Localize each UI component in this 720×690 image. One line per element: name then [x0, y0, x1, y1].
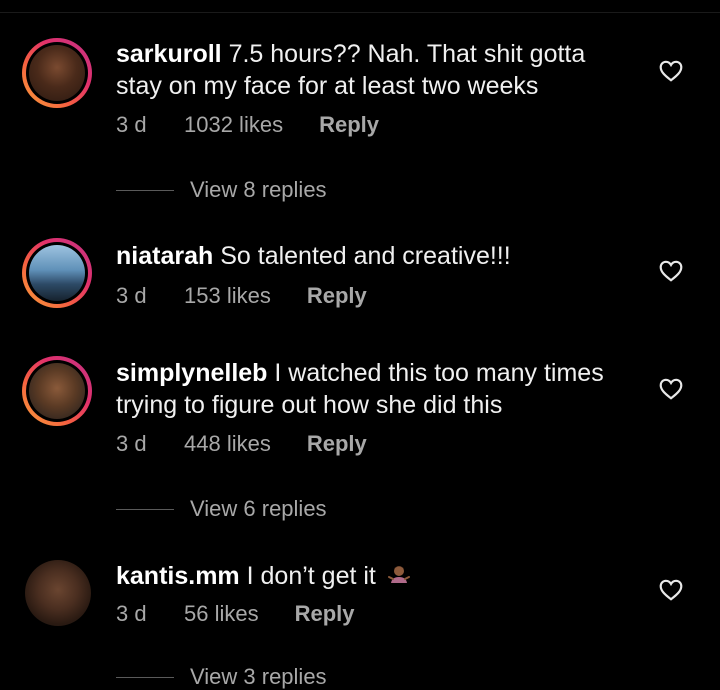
reply-button[interactable]: Reply [307, 431, 367, 457]
comment-time: 3 d [116, 283, 147, 308]
view-replies-label: View 3 replies [190, 664, 327, 689]
comment-time: 3 d [116, 431, 147, 456]
view-replies-label: View 8 replies [190, 177, 327, 202]
comment-time: 3 d [116, 601, 147, 626]
comment-body: simplynelleb I watched this too many tim… [116, 357, 636, 421]
comment-meta: 3 d 448 likes Reply [116, 431, 367, 457]
comment-time: 3 d [116, 112, 147, 137]
reply-button[interactable]: Reply [307, 283, 367, 309]
comment-body: niatarah So talented and creative!!! [116, 240, 636, 272]
comment-meta: 3 d 1032 likes Reply [116, 112, 379, 138]
reply-button[interactable]: Reply [295, 601, 355, 627]
person-shrugging-icon [387, 566, 410, 583]
comment-meta: 3 d 153 likes Reply [116, 283, 367, 309]
comment-meta: 3 d 56 likes Reply [116, 601, 355, 627]
heart-icon[interactable] [658, 376, 684, 402]
comment-username[interactable]: sarkuroll [116, 40, 222, 68]
avatar[interactable] [22, 238, 92, 308]
comment-text: So talented and creative!!! [220, 242, 511, 270]
avatar[interactable] [22, 356, 92, 426]
comment-username[interactable]: simplynelleb [116, 359, 267, 387]
view-replies-button[interactable]: View 3 replies [116, 664, 327, 690]
view-replies-button[interactable]: View 8 replies [116, 177, 327, 203]
comment-username[interactable]: niatarah [116, 242, 213, 270]
heart-icon[interactable] [658, 258, 684, 284]
view-replies-label: View 6 replies [190, 496, 327, 521]
comment-body: kantis.mm I don’t get it [116, 560, 636, 592]
comment-likes[interactable]: 56 likes [184, 601, 259, 627]
avatar[interactable] [25, 560, 91, 626]
view-replies-button[interactable]: View 6 replies [116, 496, 327, 522]
comment-likes[interactable]: 153 likes [184, 283, 271, 309]
replies-divider [116, 676, 174, 678]
comment-likes[interactable]: 1032 likes [184, 112, 283, 138]
comment-body: sarkuroll 7.5 hours?? Nah. That shit got… [116, 38, 636, 102]
replies-divider [116, 508, 174, 510]
comment-text: I don’t get it [246, 562, 376, 590]
avatar[interactable] [22, 38, 92, 108]
replies-divider [116, 189, 174, 191]
comment-likes[interactable]: 448 likes [184, 431, 271, 457]
comment-username[interactable]: kantis.mm [116, 562, 240, 590]
reply-button[interactable]: Reply [319, 112, 379, 138]
top-divider [0, 12, 720, 13]
heart-icon[interactable] [658, 58, 684, 84]
heart-icon[interactable] [658, 577, 684, 603]
